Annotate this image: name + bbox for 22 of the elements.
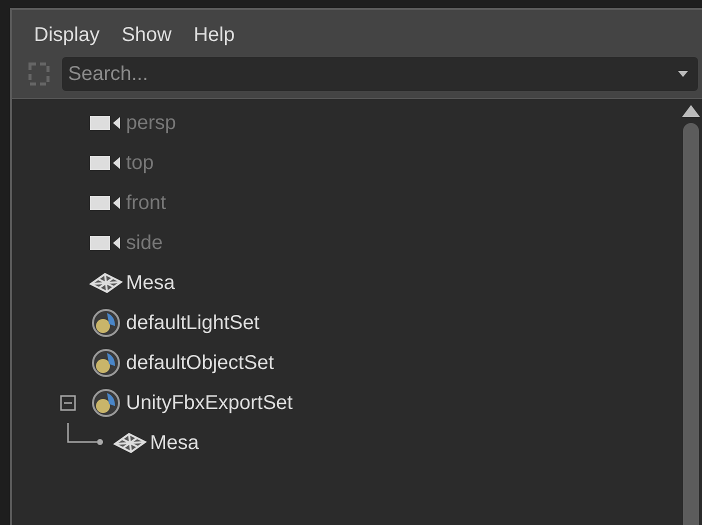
search-field[interactable]: Search...	[62, 57, 698, 91]
camera-icon	[90, 114, 122, 132]
tree-item-label[interactable]: defaultLightSet	[126, 308, 260, 338]
sphere-set-icon	[91, 348, 121, 378]
mesh-icon	[89, 272, 123, 294]
scrollbar-thumb[interactable]	[683, 123, 699, 525]
dropdown-caret-icon[interactable]	[678, 71, 688, 77]
collapse-box-icon[interactable]	[60, 395, 76, 411]
mesh-icon	[113, 432, 147, 454]
camera-icon	[90, 234, 122, 252]
camera-icon	[90, 154, 122, 172]
tree-item-label[interactable]: defaultObjectSet	[126, 348, 274, 378]
scroll-up-arrow-icon[interactable]	[682, 105, 700, 117]
tree-item-label[interactable]: Mesa	[150, 428, 199, 458]
sphere-set-icon	[91, 388, 121, 418]
tree-item-label[interactable]: Mesa	[126, 268, 175, 298]
menu-item[interactable]: Show	[122, 20, 172, 44]
menu-item[interactable]: Help	[194, 20, 235, 44]
sphere-set-icon	[91, 308, 121, 338]
camera-icon	[90, 194, 122, 212]
menu-item[interactable]: Display	[34, 20, 100, 44]
tree-item-label[interactable]: UnityFbxExportSet	[126, 388, 293, 418]
